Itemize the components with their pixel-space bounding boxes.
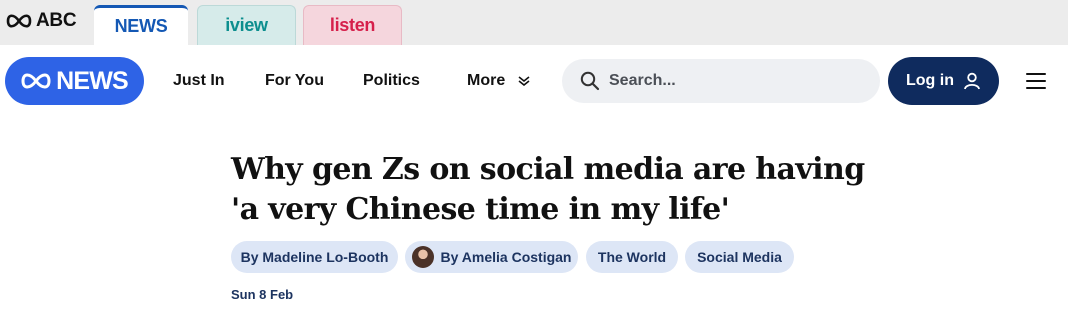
byline-chip-madeline[interactable]: By Madeline Lo-Booth	[231, 241, 398, 273]
abc-brand-text: ABC	[36, 10, 77, 31]
search-icon	[580, 71, 600, 91]
nav-more-button[interactable]: More	[467, 72, 530, 90]
main-nav: NEWS Just In For You Politics More Log i…	[0, 45, 1068, 117]
topic-label: The World	[597, 249, 667, 265]
chevron-down-icon	[518, 76, 530, 86]
menu-icon[interactable]	[1026, 73, 1046, 89]
tab-news[interactable]: NEWS	[94, 5, 188, 45]
abc-news-logo[interactable]: NEWS	[5, 57, 144, 105]
byline-label: By Madeline Lo-Booth	[240, 249, 389, 265]
article-headline: Why gen Zs on social media are having 'a…	[231, 152, 865, 227]
avatar	[411, 246, 434, 268]
logo-text: NEWS	[56, 66, 129, 95]
byline-label: By Amelia Costigan	[440, 249, 572, 265]
byline-chip-amelia[interactable]: By Amelia Costigan	[405, 241, 578, 273]
topic-chip-the-world[interactable]: The World	[586, 241, 678, 273]
nav-link-for-you[interactable]: For You	[265, 72, 324, 90]
login-button[interactable]: Log in	[888, 57, 999, 105]
nav-link-just-in[interactable]: Just In	[173, 72, 225, 90]
network-bar: ABC NEWS iview listen	[0, 0, 1068, 45]
topic-chip-social-media[interactable]: Social Media	[685, 241, 794, 273]
publish-date: Sun 8 Feb	[231, 287, 294, 302]
topic-label: Social Media	[697, 249, 782, 265]
tab-listen[interactable]: listen	[303, 5, 402, 45]
nav-link-politics[interactable]: Politics	[363, 72, 420, 90]
nav-more-label: More	[467, 72, 506, 89]
user-icon	[964, 72, 980, 90]
tab-iview[interactable]: iview	[197, 5, 296, 45]
abc-lissajous-icon	[21, 73, 51, 89]
search-input[interactable]	[607, 71, 861, 91]
abc-lissajous-icon	[6, 14, 32, 28]
abc-logo[interactable]: ABC	[6, 9, 77, 33]
search-box[interactable]	[562, 59, 880, 103]
login-label: Log in	[906, 72, 954, 89]
